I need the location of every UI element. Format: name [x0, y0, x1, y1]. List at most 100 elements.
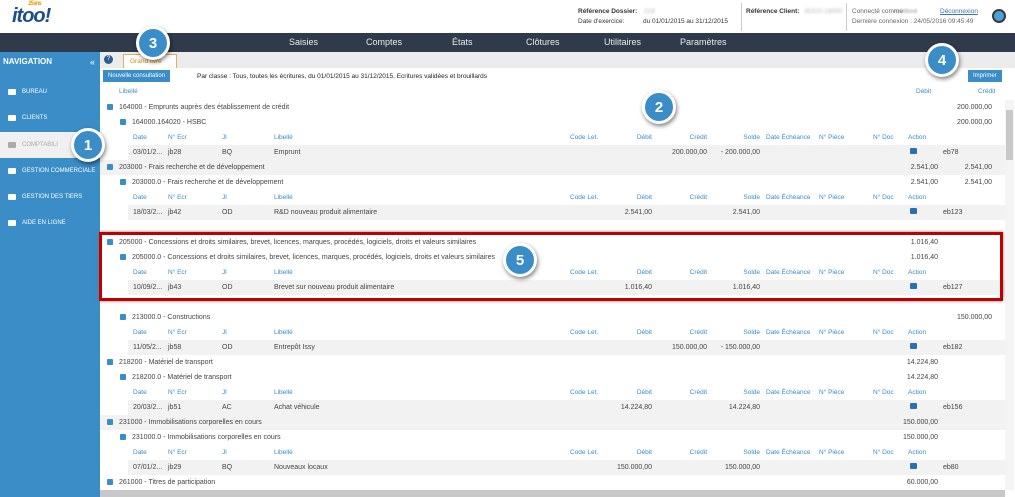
edit-entry-icon[interactable] — [910, 208, 917, 214]
collapse-toggle-icon[interactable] — [120, 374, 126, 380]
horizontal-scrollbar[interactable] — [100, 490, 1005, 497]
sidebar-item-gestion-tiers[interactable]: GESTION DES TIERS — [0, 184, 100, 210]
subaccount-credit: 2.541,00 — [964, 179, 992, 186]
basket-icon — [8, 115, 16, 121]
chart-icon — [8, 89, 16, 95]
column-header: N° Doc — [873, 134, 894, 141]
tab-bar — [100, 52, 1015, 68]
new-consultation-button[interactable]: Nouvelle consultation — [103, 70, 171, 82]
column-header: Action — [908, 329, 927, 336]
column-header: Code Let. — [570, 389, 599, 396]
column-header: Solde — [743, 389, 760, 396]
column-header: Solde — [743, 134, 760, 141]
logout-link[interactable]: Déconnexion — [940, 8, 978, 15]
collapse-toggle-icon[interactable] — [107, 359, 113, 365]
nav-utilitaires[interactable]: Utilitaires — [604, 37, 641, 47]
edit-entry-icon[interactable] — [910, 148, 917, 154]
collapse-toggle-icon[interactable] — [107, 419, 113, 425]
sidebar-item-aide[interactable]: AIDE EN LIGNE — [0, 210, 100, 236]
sidebar-item-bureau[interactable]: BUREAU — [0, 79, 100, 105]
collapse-toggle-icon[interactable] — [120, 314, 126, 320]
entry-row[interactable]: 18/03/2... jb42 OD R&D nouveau produit alim… — [128, 205, 1005, 220]
itoo-logo[interactable]: 15 ans itoo! — [12, 1, 51, 28]
column-header: Libellé — [274, 329, 293, 336]
entry-solde: - 150.000,00 — [720, 344, 760, 351]
ref-dossier-label: Référence Dossier: — [578, 8, 638, 15]
nav-parametres[interactable]: Paramètres — [680, 37, 727, 47]
column-header: Code Let. — [570, 134, 599, 141]
subaccount-row: 213000.0 - Constructions 150.000,00 — [100, 310, 1005, 325]
column-header: Solde — [743, 194, 760, 201]
column-header: Crédit — [689, 389, 707, 396]
nav-saisies[interactable]: Saisies — [289, 37, 318, 47]
entry-ecr: jb28 — [168, 149, 182, 156]
entry-date: 07/01/2... — [133, 464, 163, 471]
collapse-toggle-icon[interactable] — [120, 119, 126, 125]
column-header: Solde — [743, 449, 760, 456]
account-label: 218200 - Matériel de transport — [119, 359, 213, 366]
entry-date: 11/05/2... — [133, 344, 162, 351]
subaccount-label: 203000.0 - Frais recherche et de dévelop… — [132, 179, 284, 186]
column-header: Date Échéance — [766, 134, 811, 141]
entry-ref: eb78 — [943, 149, 959, 156]
entry-row[interactable]: 20/03/2... jb51 AC Achat véhicule 14.224,80 1… — [128, 400, 1005, 415]
last-login: Dernière connexion : 24/05/2016 09:45:49 — [852, 18, 974, 25]
sidebar-collapse-button[interactable]: « — [90, 57, 95, 67]
column-header: Débit — [636, 194, 652, 201]
collapse-toggle-icon[interactable] — [107, 479, 113, 485]
entry-ref: eb80 — [943, 464, 959, 471]
account-label: 203000 - Frais recherche et de développe… — [119, 164, 265, 171]
nav-comptes[interactable]: Comptes — [366, 37, 402, 47]
collapse-toggle-icon[interactable] — [107, 164, 113, 170]
sidebar-item-gestion-commerciale[interactable]: GESTION COMMERCIALE — [0, 158, 100, 184]
calculator-icon — [8, 142, 16, 148]
subaccount-label: 164000.164020 - HSBC — [132, 119, 207, 126]
column-header: Débit — [636, 449, 652, 456]
vertical-scrollbar-thumb[interactable] — [1006, 110, 1013, 160]
column-header: N° Pièce — [819, 194, 845, 201]
annotation-badge-3: 3 — [136, 26, 170, 60]
column-header: Débit — [636, 329, 652, 336]
entry-row[interactable]: 03/01/2... jb28 BQ Emprunt 200.000,00 - 200.0… — [128, 145, 1005, 160]
print-button[interactable]: Imprimer — [968, 70, 1002, 82]
entry-debit: 2.541,00 — [624, 209, 652, 216]
account-credit: 200.000,00 — [956, 104, 992, 111]
account-debit: 14.224,80 — [906, 359, 938, 366]
entry-date: 18/03/2... — [133, 209, 163, 216]
user-avatar-icon[interactable] — [992, 9, 1006, 23]
entry-libelle: Achat véhicule — [274, 404, 320, 411]
column-header: Action — [908, 134, 927, 141]
edit-entry-icon[interactable] — [910, 343, 917, 349]
entry-row[interactable]: 11/05/2... jb58 OD Entrepôt Issy 150.000,00 -… — [128, 340, 1005, 355]
entry-row[interactable]: 07/01/2... jb29 BQ Nouveaux locaux 150.000,0… — [128, 460, 1005, 475]
edit-entry-icon[interactable] — [910, 463, 917, 469]
entry-credit: 200.000,00 — [671, 149, 707, 156]
column-header: Crédit — [689, 194, 707, 201]
entry-jl: OD — [222, 209, 233, 216]
subaccount-credit: 150.000,00 — [956, 314, 992, 321]
date-exercice-label: Date d'exercice: — [578, 18, 625, 25]
entry-ref: eb182 — [943, 344, 963, 351]
help-icon[interactable]: ? — [104, 55, 113, 64]
collapse-toggle-icon[interactable] — [120, 434, 126, 440]
card-icon — [8, 168, 16, 174]
account-credit: 2.541,00 — [964, 164, 992, 171]
account-row: 203000 - Frais recherche et de développe… — [100, 160, 1005, 175]
book-icon — [8, 220, 16, 226]
nav-etats[interactable]: États — [452, 37, 473, 47]
annotation-badge-5: 5 — [503, 243, 537, 277]
column-header: Crédit — [689, 134, 707, 141]
account-row: 231000 - Immobilisations corporelles en … — [100, 415, 1005, 430]
collapse-toggle-icon[interactable] — [120, 179, 126, 185]
entry-debit: 14.224,80 — [620, 404, 652, 411]
collapse-toggle-icon[interactable] — [107, 104, 113, 110]
nav-clotures[interactable]: Clôtures — [526, 37, 560, 47]
entry-solde: 14.224,80 — [728, 404, 760, 411]
sidebar-item-label: COMPTABILI — [22, 142, 58, 148]
column-header: Action — [908, 194, 927, 201]
header-libelle: Libellé — [119, 88, 138, 95]
column-header: N° Ecr — [168, 194, 187, 201]
sidebar-item-clients[interactable]: CLIENTS — [0, 105, 100, 131]
edit-entry-icon[interactable] — [910, 403, 917, 409]
column-header: Débit — [636, 389, 652, 396]
